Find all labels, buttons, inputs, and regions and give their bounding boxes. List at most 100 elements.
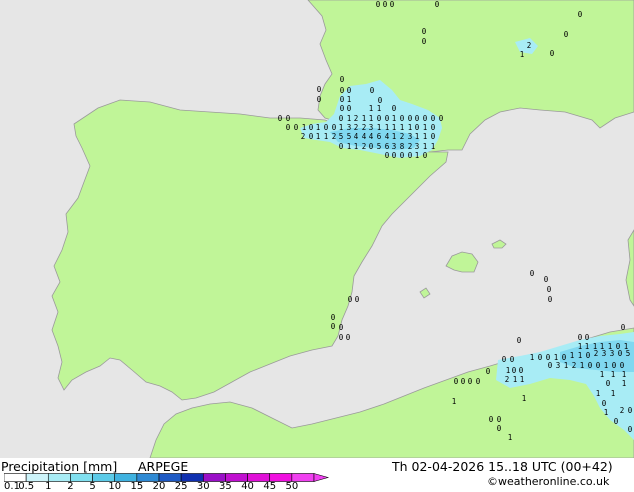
precip-value-label: 0 [548,295,553,304]
precip-value-label: 0 [502,355,507,364]
precip-value-label: 0 [497,424,502,433]
precip-value-label: 1 [452,397,457,406]
precip-value-label: 1 [520,375,525,384]
precip-value-label: 0 [385,151,390,160]
legend-tick-label: 45 [263,481,277,492]
precip-value-label: 0 [331,313,336,322]
precip-value-label: 0 [435,0,440,9]
legend-tick-label: 50 [285,481,299,492]
model-name: ARPEGE [138,459,189,474]
precip-value-label: 1 [377,123,382,132]
precip-value-label: 2 [572,361,577,370]
precip-value-label: 1 [354,142,359,151]
precip-value-label: 0 [415,123,420,132]
legend-tick-label: 10 [108,481,122,492]
precip-value-label: 0 [461,377,466,386]
precip-value-label: 1 [585,342,590,351]
precip-value-label: 0 [339,333,344,342]
precip-value-label: 0 [519,366,524,375]
precip-value-label: 0 [340,104,345,113]
precip-value-label: 2 [527,41,532,50]
precip-value-label: 0 [588,361,593,370]
precip-value-label: 4 [385,132,390,141]
precip-value-label: 0 [331,322,336,331]
precip-value-label: 2 [354,123,359,132]
precip-value-label: 1 [564,361,569,370]
precip-value-label: 0 [423,151,428,160]
precip-value-label: 4 [369,132,374,141]
precip-value-label: 1 [600,370,605,379]
precip-value-label: 1 [611,370,616,379]
precip-value-label: 0 [339,114,344,123]
precip-value-label: 1 [392,123,397,132]
precip-value-label: 0 [596,361,601,370]
legend-tick-label: 30 [196,481,210,492]
precip-value-label: 0 [348,295,353,304]
precip-value-label: 1 [580,361,585,370]
precip-value-label: 0 [489,415,494,424]
precip-value-label: 0 [544,275,549,284]
precip-value-label: 0 [347,104,352,113]
precip-value-label: 3 [556,361,561,370]
precip-value-label: 0 [547,285,552,294]
precip-value-label: 1 [530,353,535,362]
precip-value-label: 1 [377,104,382,113]
precip-value-label: 0 [383,0,388,9]
precip-value-label: 0 [286,114,291,123]
precip-value-label: 1 [423,142,428,151]
precip-value-label: 1 [347,114,352,123]
precip-value-label: 1 [324,132,329,141]
precip-value-label: 4 [354,132,359,141]
precip-value-label: 6 [377,132,382,141]
precip-value-label: 0 [538,353,543,362]
precip-value-label: 1 [522,394,527,403]
precip-value-label: 0 [415,114,420,123]
precip-value-label: 2 [408,142,413,151]
credit: ©weatheronline.co.uk [487,475,610,488]
precip-value-label: 3 [347,123,352,132]
precip-value-label: 0 [400,151,405,160]
precip-value-label: 0 [377,114,382,123]
precip-value-label: 8 [400,142,405,151]
precip-value-label: 3 [392,142,397,151]
precip-value-label: 1 [423,123,428,132]
precip-value-label: 0 [286,123,291,132]
legend-colorbar [4,473,330,482]
precip-value-label: 0 [317,95,322,104]
precip-value-label: 0 [431,132,436,141]
precip-value-label: 1 [622,370,627,379]
precip-value-label: 0 [376,0,381,9]
precip-value-label: 5 [626,349,631,358]
precip-value-label: 0 [628,425,633,434]
valid-time: Th 02-04-2026 15..18 UTC (00+42) [392,459,613,474]
precip-value-label: 0 [628,406,633,415]
precip-value-label: 0 [578,333,583,342]
precip-value-label: 2 [301,132,306,141]
precip-value-label: 1 [362,114,367,123]
precip-value-label: 1 [578,342,583,351]
precip-value-label: 0 [309,123,314,132]
legend-tick-label: 5 [89,481,96,492]
precip-value-label: 0 [454,377,459,386]
precip-value-label: 1 [423,132,428,141]
precip-value-label: 0 [618,349,623,358]
precip-value-label: 0 [408,114,413,123]
precip-value-label: 6 [385,142,390,151]
precip-value-label: 0 [390,0,395,9]
precip-value-label: 0 [439,114,444,123]
footer: Precipitation [mm] ARPEGE Th 02-04-2026 … [0,458,634,492]
precip-value-label: 1 [400,123,405,132]
precip-value-label: 0 [486,367,491,376]
precip-value-label: 2 [332,132,337,141]
precip-value-label: 1 [431,142,436,151]
precip-value-label: 2 [620,406,625,415]
legend-tick-label: 25 [174,481,188,492]
precip-value-label: 1 [339,123,344,132]
precip-value-label: 0 [512,366,517,375]
precip-value-label: 0 [309,132,314,141]
precip-value-label: 1 [611,389,616,398]
precip-value-label: 1 [578,351,583,360]
precip-value-label: 0 [294,123,299,132]
precip-value-label: 0 [370,86,375,95]
precip-value-label: 0 [614,417,619,426]
